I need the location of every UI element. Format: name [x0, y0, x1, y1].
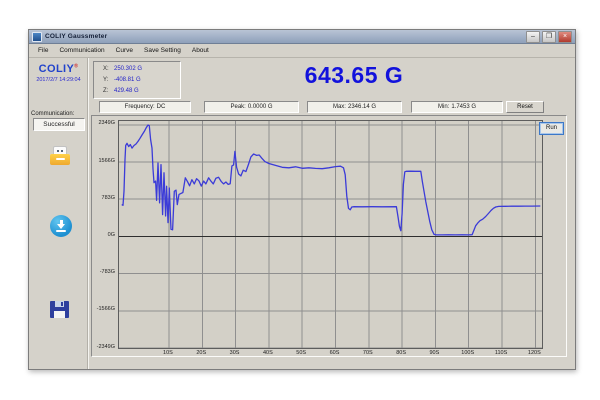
x-tick-label: 30S — [224, 350, 246, 357]
usb-icon — [50, 146, 70, 165]
datetime-label: 2017/2/7 14:29:04 — [30, 77, 87, 83]
x-reading: X: 250.302 G — [103, 64, 180, 75]
z-reading: Z: 429.48 G — [103, 86, 180, 97]
menu-file[interactable]: File — [38, 47, 48, 54]
z-value: 429.48 G — [114, 86, 139, 97]
app-window: COLIY Gaussmeter – ❐ × File Communicatio… — [28, 29, 576, 370]
min-label: Min: — [438, 102, 449, 112]
titlebar[interactable]: COLIY Gaussmeter – ❐ × — [29, 30, 575, 44]
frequency-label: Frequency: — [125, 102, 155, 112]
sidebar-divider — [87, 58, 89, 369]
x-tick-label: 100S — [457, 350, 479, 357]
y-value: -408.81 G — [114, 75, 141, 86]
x-tick-label: 90S — [423, 350, 445, 357]
frequency-value: DC — [157, 102, 166, 112]
close-button[interactable]: × — [558, 31, 572, 43]
menu-save-setting[interactable]: Save Setting — [144, 47, 181, 54]
z-label: Z: — [103, 86, 109, 97]
usb-connect-button[interactable] — [47, 143, 73, 167]
y-tick-label: 1566G — [92, 158, 115, 165]
reset-button[interactable]: Reset — [506, 101, 544, 113]
save-icon — [50, 301, 69, 318]
menu-about[interactable]: About — [192, 47, 209, 54]
window-controls: – ❐ × — [526, 31, 572, 43]
y-tick-label: -2349G — [92, 344, 115, 351]
brand-block: COLIY® 2017/2/7 14:29:04 — [30, 63, 87, 83]
y-label: Y: — [103, 75, 109, 86]
x-tick-label: 80S — [390, 350, 412, 357]
menu-curve[interactable]: Curve — [116, 47, 133, 54]
y-tick-label: 0G — [92, 232, 115, 239]
save-data-button[interactable] — [48, 299, 70, 319]
x-value: 250.302 G — [114, 64, 142, 75]
max-label: Max: — [333, 102, 346, 112]
peak-value: 0.0000 G — [248, 102, 273, 112]
max-value: 2346.14 G — [348, 102, 376, 112]
registered-mark: ® — [74, 63, 78, 69]
x-tick-label: 120S — [523, 350, 545, 357]
min-field: Min: 1.7453 G — [411, 101, 503, 113]
window-title: COLIY Gaussmeter — [45, 33, 523, 40]
field-curve — [122, 125, 541, 235]
axis-readings-box: X: 250.302 G Y: -408.81 G Z: 429.48 G — [93, 61, 181, 99]
x-tick-label: 60S — [323, 350, 345, 357]
communication-status-badge: Successful — [33, 118, 85, 131]
y-tick-label: 783G — [92, 195, 115, 202]
min-value: 1.7453 G — [451, 102, 476, 112]
x-tick-label: 110S — [490, 350, 512, 357]
minimize-button[interactable]: – — [526, 31, 540, 43]
y-reading: Y: -408.81 G — [103, 75, 180, 86]
menu-communication[interactable]: Communication — [59, 47, 104, 54]
coliy-logo: COLIY® — [30, 63, 87, 75]
y-tick-label: -1566G — [92, 306, 115, 313]
field-line-chart — [119, 121, 542, 348]
x-tick-label: 20S — [190, 350, 212, 357]
menubar: File Communication Curve Save Setting Ab… — [29, 44, 575, 58]
peak-label: Peak: — [230, 102, 245, 112]
main-content: COLIY® 2017/2/7 14:29:04 Communication: … — [29, 58, 575, 369]
download-data-button[interactable] — [49, 214, 73, 238]
download-icon — [50, 215, 72, 237]
y-tick-label: -783G — [92, 269, 115, 276]
x-tick-label: 70S — [357, 350, 379, 357]
x-label: X: — [103, 64, 109, 75]
communication-label: Communication: — [31, 111, 74, 117]
run-button[interactable]: Run — [539, 122, 564, 135]
max-field: Max: 2346.14 G — [307, 101, 402, 113]
chart-plot-area — [118, 120, 543, 349]
chart-panel: 2349G 1566G 783G 0G -783G -1566G -2349G 10S 20S 3… — [91, 115, 567, 357]
y-tick-label: 2349G — [92, 120, 115, 127]
app-icon — [32, 32, 42, 42]
main-reading: 643.65 G — [234, 62, 474, 89]
maximize-button[interactable]: ❐ — [542, 31, 556, 43]
frequency-field: Frequency: DC — [99, 101, 191, 113]
x-tick-label: 40S — [257, 350, 279, 357]
x-tick-label: 50S — [290, 350, 312, 357]
peak-field: Peak: 0.0000 G — [204, 101, 299, 113]
x-tick-label: 10S — [157, 350, 179, 357]
